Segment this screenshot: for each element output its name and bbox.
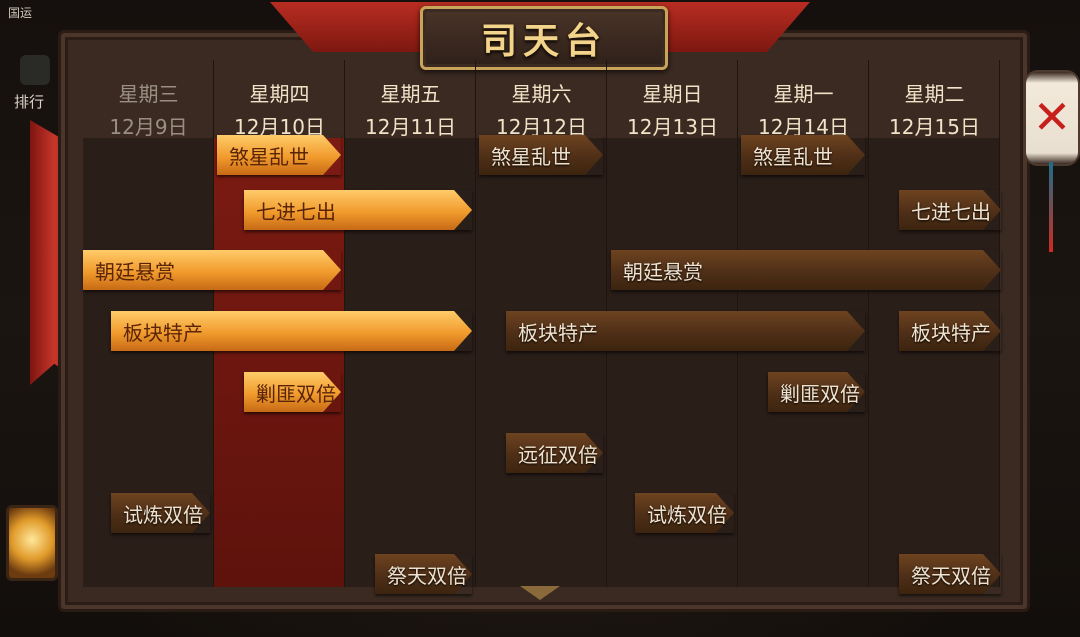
ranking-icon [20, 55, 50, 85]
day-column-body [738, 138, 869, 587]
event-bar[interactable]: 板块特产 [111, 311, 472, 351]
event-bar[interactable]: 试炼双倍 [111, 493, 210, 533]
ranking-button[interactable]: 排行 [12, 55, 58, 115]
event-label: 试炼双倍 [123, 502, 203, 527]
national-fortune-label[interactable]: 国运 [8, 4, 32, 21]
day-header: 星期四 12月10日 [214, 60, 345, 139]
weekday-label: 星期三 [118, 82, 179, 106]
event-label: 朝廷悬赏 [623, 259, 703, 284]
day-header: 星期六 12月12日 [476, 60, 607, 139]
day-header: 星期三 12月9日 [83, 60, 214, 139]
event-label: 板块特产 [518, 320, 598, 345]
event-label: 远征双倍 [518, 442, 598, 467]
event-label: 煞星乱世 [491, 144, 571, 169]
event-bar[interactable]: 煞星乱世 [741, 135, 865, 175]
event-label: 板块特产 [123, 320, 203, 345]
tassel-decoration [1049, 162, 1053, 252]
event-bar[interactable]: 七进七出 [244, 190, 472, 230]
date-label: 12月15日 [889, 115, 980, 139]
weekday-label: 星期五 [380, 82, 441, 106]
ranking-label: 排行 [14, 93, 45, 111]
date-label: 12月11日 [365, 115, 456, 139]
event-bar[interactable]: 七进七出 [899, 190, 1001, 230]
event-bar[interactable]: 祭天双倍 [375, 554, 472, 594]
weekday-label: 星期一 [773, 82, 834, 106]
event-bar[interactable]: 试炼双倍 [635, 493, 734, 533]
event-label: 煞星乱世 [753, 144, 833, 169]
day-column-body [476, 138, 607, 587]
date-label: 12月9日 [109, 115, 188, 139]
weekday-label: 星期日 [642, 82, 703, 106]
event-label: 煞星乱世 [229, 144, 309, 169]
date-label: 12月13日 [627, 115, 718, 139]
close-x-icon: ✕ [1032, 90, 1072, 144]
event-label: 祭天双倍 [387, 563, 467, 588]
event-bar[interactable]: 煞星乱世 [479, 135, 603, 175]
close-button[interactable]: ✕ [1024, 70, 1080, 166]
event-label: 七进七出 [911, 199, 991, 224]
event-bar[interactable]: 煞星乱世 [217, 135, 341, 175]
event-label: 朝廷悬赏 [95, 259, 175, 284]
page-title: 司天台 [480, 20, 607, 62]
event-label: 剿匪双倍 [780, 381, 860, 406]
event-bar[interactable]: 祭天双倍 [899, 554, 1001, 594]
event-bar[interactable]: 剿匪双倍 [768, 372, 865, 412]
day-header: 星期二 12月15日 [869, 60, 1000, 139]
event-bar[interactable]: 朝廷悬赏 [611, 250, 1001, 290]
day-header: 星期日 12月13日 [607, 60, 738, 139]
event-bar[interactable]: 远征双倍 [506, 433, 603, 473]
event-bar[interactable]: 朝廷悬赏 [83, 250, 341, 290]
event-label: 试炼双倍 [647, 502, 727, 527]
event-bar[interactable]: 板块特产 [899, 311, 1001, 351]
event-label: 祭天双倍 [911, 563, 991, 588]
schedule-grid: 星期三 12月9日 星期四 12月10日 星期五 12月11日 星期六 12月12日 星期日 12… [83, 60, 1001, 587]
event-bar[interactable]: 板块特产 [506, 311, 865, 351]
weekday-label: 星期六 [511, 82, 572, 106]
event-bar[interactable]: 剿匪双倍 [244, 372, 341, 412]
event-label: 剿匪双倍 [256, 381, 336, 406]
day-header: 星期一 12月14日 [738, 60, 869, 139]
lantern-icon [6, 505, 58, 581]
event-label: 七进七出 [256, 199, 336, 224]
weekday-label: 星期四 [249, 82, 310, 106]
day-header: 星期五 12月11日 [345, 60, 476, 139]
weekday-label: 星期二 [904, 82, 965, 106]
event-label: 板块特产 [911, 320, 991, 345]
